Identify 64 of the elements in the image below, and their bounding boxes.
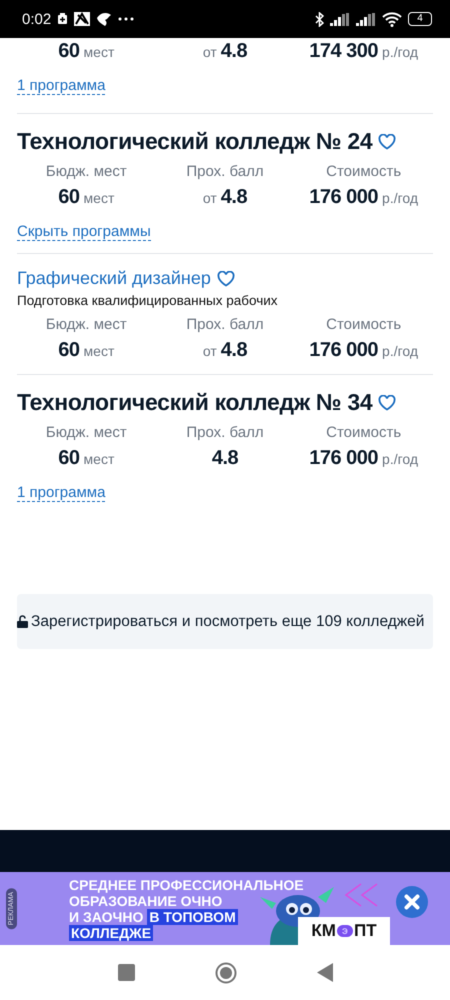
stat-value: 60 <box>58 40 80 63</box>
stat-label: Бюдж. мест <box>46 163 127 180</box>
stat-label: Стоимость <box>326 424 402 441</box>
signal-icon <box>356 12 376 26</box>
more-icon <box>118 17 134 21</box>
value-unit: р./год <box>382 44 418 60</box>
stat-value: 60 <box>58 339 80 362</box>
value-prefix: от <box>202 44 217 60</box>
ad-headline: ОБРАЗОВАНИЕ ОЧНО <box>69 892 222 908</box>
value-unit: мест <box>84 343 114 359</box>
heart-icon[interactable] <box>378 394 396 410</box>
value-unit: мест <box>84 190 114 206</box>
stat-label: Прох. балл <box>186 316 264 333</box>
value-unit: р./год <box>382 343 418 359</box>
program-title[interactable]: Графический дизайнер <box>17 268 211 289</box>
college-title: Технологический колледж № 34 <box>17 389 372 416</box>
ad-headline: В ТОПОВОМ <box>147 908 238 924</box>
stat-value: 4.8 <box>220 339 248 362</box>
register-button[interactable]: Зарегистрироваться и посмотреть еще 109 колледжей <box>17 594 433 649</box>
signal-icon <box>330 12 350 26</box>
notification-icon <box>74 12 90 26</box>
link[interactable]: Скрыть программы <box>17 223 151 241</box>
link[interactable]: 1 программа <box>17 484 106 502</box>
ad-headline: И ЗАОЧНО <box>69 908 144 924</box>
stat-label: Бюдж. мест <box>46 316 127 333</box>
stat-value: 174 300 <box>309 40 378 63</box>
battery-icon: 4 <box>408 12 432 26</box>
close-icon[interactable] <box>396 886 428 918</box>
home-icon[interactable] <box>214 962 236 984</box>
notification-icon <box>96 12 112 26</box>
stat-value: 4.8 <box>220 186 248 209</box>
stat-value: 176 000 <box>309 447 378 470</box>
logo: КМ э ПТ <box>298 917 390 945</box>
ad-headline: КОЛЛЕДЖЕ <box>69 924 154 940</box>
back-icon[interactable] <box>316 963 332 982</box>
stat-value: 176 000 <box>309 186 378 209</box>
value-unit: мест <box>84 451 114 467</box>
heart-icon[interactable] <box>378 134 396 150</box>
value-prefix: от <box>202 343 217 359</box>
value-unit: р./год <box>382 190 418 206</box>
ad-headline: СРЕДНЕЕ ПРОФЕССИОНАЛЬНОЕ <box>69 876 304 892</box>
stat-value: 60 <box>58 186 80 209</box>
program-subtitle: Подготовка квалифицированных рабочих <box>17 293 279 308</box>
value-unit: мест <box>84 44 114 60</box>
stat-value: 4.8 <box>212 447 238 470</box>
lock-icon <box>17 615 28 628</box>
notification-icon <box>57 13 68 25</box>
stat-label: Стоимость <box>326 163 402 180</box>
clock: 0:02 <box>22 10 52 28</box>
stat-value: 4.8 <box>220 40 248 63</box>
link[interactable]: 1 программа <box>17 77 106 95</box>
heart-icon[interactable] <box>216 270 235 286</box>
stat-value: 60 <box>58 447 80 470</box>
value-unit: р./год <box>382 451 418 467</box>
stat-label: Прох. балл <box>186 424 264 441</box>
wifi-icon <box>382 12 402 26</box>
stat-value: 176 000 <box>309 339 378 362</box>
stat-label: Стоимость <box>326 316 402 333</box>
recent-apps-icon[interactable] <box>118 964 134 981</box>
value-prefix: от <box>202 190 217 206</box>
stat-label: Прох. балл <box>186 163 264 180</box>
stat-label: Бюдж. мест <box>46 424 127 441</box>
bluetooth-icon <box>315 12 324 26</box>
college-title: Технологический колледж № 24 <box>17 128 372 155</box>
